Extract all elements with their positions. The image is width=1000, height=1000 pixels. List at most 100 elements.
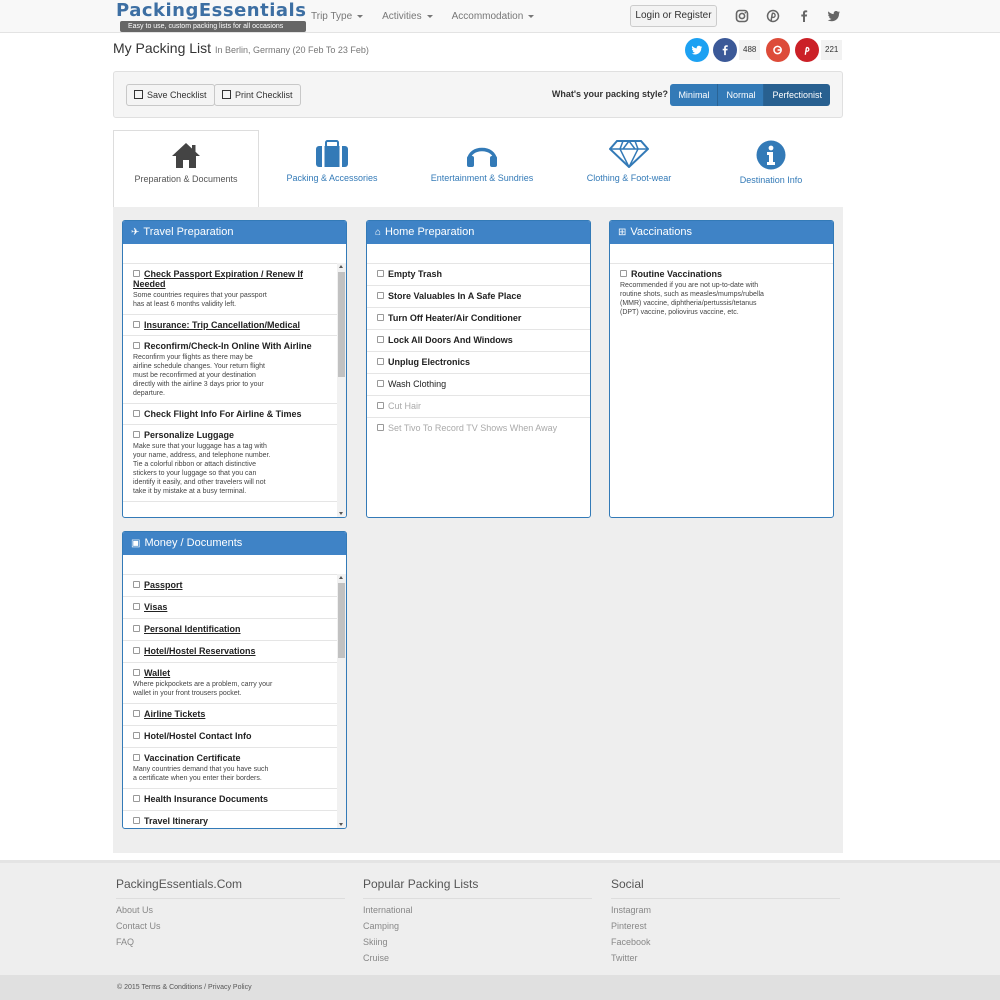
list-item[interactable]: Turn Off Heater/Air Conditioner (367, 308, 590, 330)
item-checkbox[interactable] (377, 314, 384, 321)
tab-label: Packing & Accessories (286, 173, 378, 183)
print-checklist-label: Print Checklist (235, 90, 293, 100)
tab-preparation-documents[interactable]: Preparation & Documents (113, 130, 259, 207)
list-item[interactable]: Hotel/Hostel Contact Info (123, 726, 337, 748)
facebook-icon[interactable] (797, 9, 811, 23)
style-minimal-button[interactable]: Minimal (670, 84, 719, 106)
item-checkbox[interactable] (133, 603, 140, 610)
item-title: Set Tivo To Record TV Shows When Away (388, 423, 558, 433)
list-item[interactable]: Empty Trash (367, 264, 590, 286)
tab-destination-info[interactable]: Destination Info (699, 130, 843, 207)
list-item[interactable]: Health Insurance Documents (123, 789, 337, 811)
footer-link-instagram[interactable]: Instagram (611, 906, 840, 915)
list-item[interactable]: Wash Clothing (367, 374, 590, 396)
footer-link-about[interactable]: About Us (116, 906, 345, 915)
footer-link-faq[interactable]: FAQ (116, 938, 345, 947)
list-item[interactable]: Routine Vaccinations Recommended if you a… (610, 264, 833, 322)
item-checkbox[interactable] (133, 270, 140, 277)
item-checkbox[interactable] (133, 647, 140, 654)
page-title: My Packing List In Berlin, Germany (20 F… (113, 40, 369, 56)
google-plus-share-button[interactable] (766, 38, 790, 62)
footer-link-camping[interactable]: Camping (363, 922, 592, 931)
footer-link-pinterest[interactable]: Pinterest (611, 922, 840, 931)
list-item[interactable]: Reconfirm/Check-In Online With Airline Re… (123, 336, 337, 404)
item-title: Cut Hair (388, 401, 422, 411)
google-plus-icon (773, 45, 782, 55)
home-icon: ⌂ (375, 227, 382, 238)
tab-packing-accessories[interactable]: Packing & Accessories (259, 130, 405, 207)
item-checkbox[interactable] (133, 817, 140, 824)
item-checkbox[interactable] (377, 424, 384, 431)
item-checkbox[interactable] (133, 581, 140, 588)
scrollbar[interactable] (337, 263, 346, 517)
item-checkbox[interactable] (133, 625, 140, 632)
nav-accommodation[interactable]: Accommodation (452, 0, 535, 33)
item-checkbox[interactable] (133, 732, 140, 739)
plane-icon: ✈ (131, 227, 140, 238)
list-item[interactable]: Travel Itinerary (123, 811, 337, 828)
footer-link-facebook[interactable]: Facebook (611, 938, 840, 947)
style-normal-button[interactable]: Normal (718, 84, 765, 106)
list-item[interactable]: Store Valuables In A Safe Place (367, 286, 590, 308)
scrollbar-thumb[interactable] (338, 272, 345, 377)
list-item[interactable]: Vaccination Certificate Many countries de… (123, 748, 337, 789)
list-item[interactable]: Cut Hair (367, 396, 590, 418)
login-register-button[interactable]: Login or Register (630, 5, 717, 27)
item-checkbox[interactable] (133, 795, 140, 802)
footer-link-contact[interactable]: Contact Us (116, 922, 345, 931)
list-item[interactable]: Passport (123, 575, 337, 597)
list-item[interactable]: Airline Tickets (123, 704, 337, 726)
item-title: Airline Tickets (144, 709, 206, 719)
item-checkbox[interactable] (377, 270, 384, 277)
item-checkbox[interactable] (377, 292, 384, 299)
list-item[interactable]: Visas (123, 597, 337, 619)
footer-link-skiing[interactable]: Skiing (363, 938, 592, 947)
twitter-icon[interactable] (827, 9, 841, 23)
scrollbar[interactable] (337, 574, 346, 828)
travel-preparation-panel: ✈ Travel Preparation Check Passport Expir… (122, 220, 347, 518)
list-item[interactable]: Wallet Where pickpockets are a problem, c… (123, 663, 337, 704)
list-item[interactable]: Unplug Electronics (367, 352, 590, 374)
item-checkbox[interactable] (133, 710, 140, 717)
logo[interactable]: PackingEssentials Easy to use, custom pa… (116, 1, 307, 32)
list-item[interactable]: Check Passport Expiration / Renew If Nee… (123, 264, 337, 315)
list-item[interactable]: Lock All Doors And Windows (367, 330, 590, 352)
list-item[interactable]: Personalize Luggage Make sure that your l… (123, 425, 337, 502)
style-perfectionist-button[interactable]: Perfectionist (764, 84, 830, 106)
instagram-icon[interactable] (735, 9, 749, 23)
pinterest-icon[interactable] (766, 9, 780, 23)
item-checkbox[interactable] (377, 336, 384, 343)
list-item[interactable]: Check Flight Info For Airline & Times (123, 404, 337, 425)
item-checkbox[interactable] (133, 754, 140, 761)
item-checkbox[interactable] (133, 431, 140, 438)
print-checklist-button[interactable]: Print Checklist (214, 84, 301, 106)
save-checklist-button[interactable]: Save Checklist (126, 84, 215, 106)
scrollbar-thumb[interactable] (338, 583, 345, 658)
item-checkbox[interactable] (377, 358, 384, 365)
nav-trip-type[interactable]: Trip Type (311, 0, 364, 33)
item-checkbox[interactable] (133, 669, 140, 676)
item-checkbox[interactable] (377, 380, 384, 387)
facebook-share-button[interactable] (713, 38, 737, 62)
tab-entertainment-sundries[interactable]: Entertainment & Sundries (405, 130, 559, 207)
item-title: Turn Off Heater/Air Conditioner (388, 313, 522, 323)
footer-link-international[interactable]: International (363, 906, 592, 915)
list-item[interactable]: Set Tivo To Record TV Shows When Away (367, 418, 590, 439)
tab-clothing-footwear[interactable]: Clothing & Foot-wear (559, 130, 699, 207)
item-checkbox[interactable] (620, 270, 627, 277)
item-checkbox[interactable] (133, 342, 140, 349)
item-checkbox[interactable] (133, 410, 140, 417)
item-checkbox[interactable] (377, 402, 384, 409)
footer-link-twitter[interactable]: Twitter (611, 954, 840, 963)
nav-activities[interactable]: Activities (382, 0, 433, 33)
list-item[interactable]: Hotel/Hostel Reservations (123, 641, 337, 663)
item-checkbox[interactable] (133, 321, 140, 328)
pinterest-share-button[interactable] (795, 38, 819, 62)
footer-link-cruise[interactable]: Cruise (363, 954, 592, 963)
tab-label: Entertainment & Sundries (430, 173, 534, 183)
twitter-share-button[interactable] (685, 38, 709, 62)
page-subtitle: In Berlin, Germany (20 Feb To 23 Feb) (214, 45, 369, 55)
footer-col-social: Social Instagram Pinterest Facebook Twit… (611, 877, 840, 963)
list-item[interactable]: Personal Identification (123, 619, 337, 641)
list-item[interactable]: Insurance: Trip Cancellation/Medical (123, 315, 337, 336)
